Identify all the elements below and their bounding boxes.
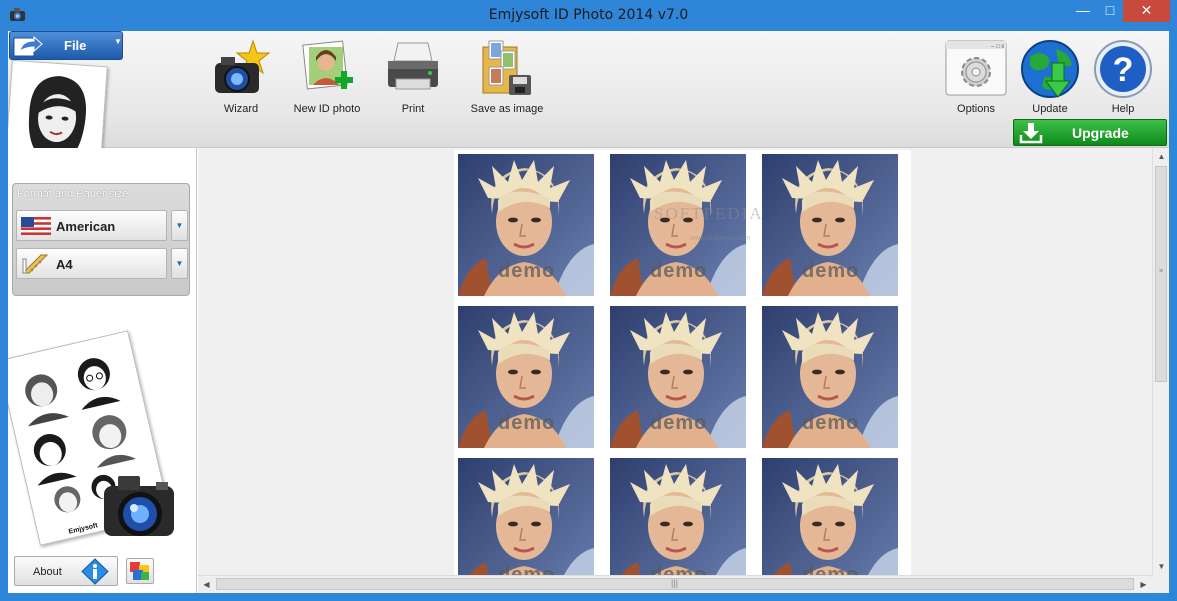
us-flag-icon bbox=[21, 217, 51, 235]
wizard-label: Wizard bbox=[223, 103, 259, 115]
demo-label: demo bbox=[802, 412, 860, 434]
vertical-scroll-thumb[interactable]: ≡ bbox=[1155, 166, 1167, 382]
wizard-button[interactable]: Wizard bbox=[210, 39, 272, 115]
app-window: Emjysoft ID Photo 2014 v7.0 — □ ✕ File ▼… bbox=[0, 0, 1177, 601]
id-photo-8[interactable]: demo bbox=[610, 458, 746, 575]
info-icon bbox=[81, 558, 109, 585]
demo-label: demo bbox=[802, 564, 860, 575]
scroll-right-button[interactable]: ▶ bbox=[1135, 576, 1152, 593]
file-label: File bbox=[64, 38, 87, 53]
scroll-up-button[interactable]: ▲ bbox=[1153, 148, 1169, 165]
new-id-photo-label: New ID photo bbox=[293, 103, 361, 115]
id-photo-2[interactable]: demo bbox=[610, 154, 746, 296]
format-dropdown-button[interactable]: ▼ bbox=[171, 210, 188, 241]
demo-label: demo bbox=[650, 564, 708, 575]
upgrade-label: Upgrade bbox=[1072, 125, 1129, 141]
id-photo-7[interactable]: demo bbox=[458, 458, 594, 575]
paper-size-select[interactable]: A4 bbox=[16, 248, 167, 279]
demo-label: demo bbox=[498, 260, 556, 282]
id-photo-4[interactable]: demo bbox=[458, 306, 594, 448]
scroll-grip-icon: ≡ bbox=[1159, 268, 1164, 275]
new-id-photo-button[interactable]: New ID photo bbox=[290, 39, 364, 115]
color-squares-icon bbox=[130, 562, 149, 580]
horizontal-scrollbar[interactable]: ◀ ||| ▶ bbox=[198, 575, 1152, 592]
paper-size-value: A4 bbox=[56, 257, 73, 272]
paper-size-dropdown-button[interactable]: ▼ bbox=[171, 248, 188, 279]
question-icon: ? bbox=[1094, 40, 1152, 98]
id-photo-3[interactable]: demo bbox=[762, 154, 898, 296]
id-photo-5[interactable]: demo bbox=[610, 306, 746, 448]
print-sheet: demo demo demo demo demo demo demo demo demo SOF… bbox=[454, 150, 911, 575]
format-value: American bbox=[56, 219, 116, 234]
ruler-pencil-icon bbox=[21, 254, 49, 274]
save-as-image-button[interactable]: Save as image bbox=[464, 39, 550, 115]
download-icon bbox=[1019, 123, 1043, 144]
format-panel-title: Format and Paper size bbox=[17, 188, 129, 200]
update-button[interactable]: Update bbox=[1016, 39, 1084, 115]
demo-label: demo bbox=[498, 412, 556, 434]
scrollbar-corner bbox=[1152, 575, 1169, 593]
scroll-left-button[interactable]: ◀ bbox=[198, 576, 215, 593]
globe-download-icon bbox=[1021, 40, 1079, 98]
about-label: About bbox=[33, 566, 62, 578]
close-button[interactable]: ✕ bbox=[1123, 0, 1170, 22]
camera-icon bbox=[104, 476, 174, 536]
scroll-grip-icon: ||| bbox=[671, 578, 679, 588]
print-label: Print bbox=[401, 103, 425, 115]
upgrade-button[interactable]: Upgrade bbox=[1013, 119, 1167, 146]
format-select[interactable]: American bbox=[16, 210, 167, 241]
demo-label: demo bbox=[650, 260, 708, 282]
scroll-down-button[interactable]: ▼ bbox=[1153, 558, 1169, 575]
help-label: Help bbox=[1111, 103, 1135, 115]
colors-button[interactable] bbox=[126, 558, 154, 584]
toolbar: File ▼ Wizard New ID photo Print Save as… bbox=[8, 31, 1169, 179]
vertical-scrollbar[interactable]: ▲ ≡ ▼ bbox=[1152, 148, 1169, 575]
about-button[interactable]: About bbox=[14, 556, 118, 586]
chevron-down-icon: ▼ bbox=[114, 37, 122, 46]
format-paper-panel: Format and Paper size American ▼ A4 ▼ bbox=[12, 183, 190, 296]
update-label: Update bbox=[1032, 103, 1068, 115]
horizontal-scroll-thumb[interactable]: ||| bbox=[216, 578, 1134, 590]
title-bar[interactable]: Emjysoft ID Photo 2014 v7.0 — □ ✕ bbox=[0, 0, 1177, 31]
gear-icon: – □ x bbox=[945, 40, 1007, 96]
photo-add-icon bbox=[302, 40, 353, 90]
save-as-image-label: Save as image bbox=[470, 103, 544, 115]
options-label: Options bbox=[957, 103, 995, 115]
watermark-text: SOFTPEDIA bbox=[654, 204, 764, 223]
id-photo-6[interactable]: demo bbox=[762, 306, 898, 448]
wizard-camera-star-icon bbox=[215, 39, 271, 93]
printer-icon bbox=[388, 42, 438, 90]
help-button[interactable]: ? Help bbox=[1090, 39, 1156, 115]
demo-label: demo bbox=[498, 564, 556, 575]
preview-area[interactable]: demo demo demo demo demo demo demo demo demo SOF… bbox=[198, 148, 1169, 593]
svg-text:– □ x: – □ x bbox=[991, 44, 1004, 50]
window-title: Emjysoft ID Photo 2014 v7.0 bbox=[488, 7, 689, 23]
print-button[interactable]: Print bbox=[382, 39, 444, 115]
demo-label: demo bbox=[650, 412, 708, 434]
options-button[interactable]: – □ x Options bbox=[944, 39, 1008, 115]
minimize-button[interactable]: — bbox=[1070, 0, 1096, 22]
id-photo-9[interactable]: demo bbox=[762, 458, 898, 575]
file-arrow-icon bbox=[13, 35, 43, 57]
left-panel: Format and Paper size American ▼ A4 ▼ Em… bbox=[8, 148, 197, 593]
demo-label: demo bbox=[802, 260, 860, 282]
watermark-subtext: www.softpedia.com bbox=[690, 235, 751, 242]
folder-photos-icon bbox=[482, 40, 531, 95]
id-photo-1[interactable]: demo bbox=[458, 154, 594, 296]
client-area: File ▼ Wizard New ID photo Print Save as… bbox=[8, 31, 1169, 593]
maximize-button[interactable]: □ bbox=[1097, 0, 1123, 22]
svg-text:?: ? bbox=[1113, 51, 1134, 89]
file-menu-button[interactable]: File ▼ bbox=[9, 31, 123, 60]
